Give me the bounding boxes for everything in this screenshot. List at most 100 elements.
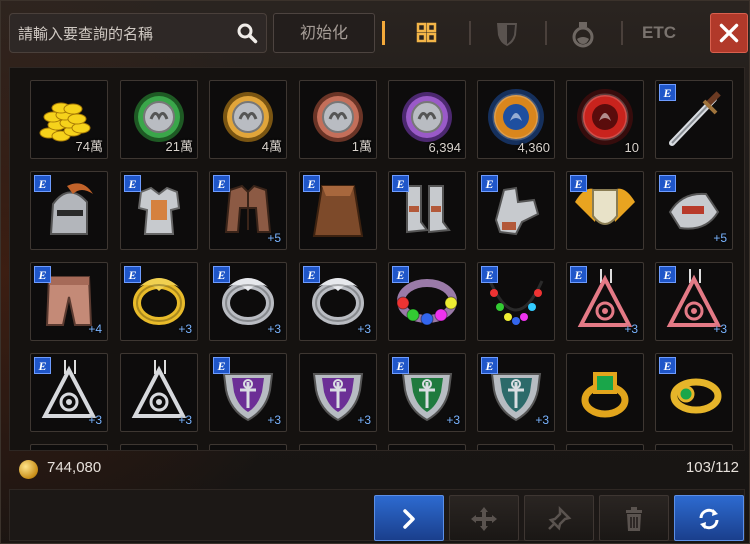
close-button[interactable] <box>710 13 748 53</box>
active-tab-indicator <box>382 21 385 45</box>
equip-badge: E <box>303 266 320 283</box>
inventory-slot[interactable]: +3 <box>299 353 377 432</box>
inventory-slot[interactable] <box>477 444 555 450</box>
enhance-level: +3 <box>713 322 727 336</box>
equip-badge: E <box>481 175 498 192</box>
item-quantity: 74萬 <box>75 139 103 154</box>
move-button[interactable] <box>449 495 519 541</box>
equip-badge: E <box>34 266 51 283</box>
inventory-slot[interactable]: E +3 <box>209 353 287 432</box>
inventory-slot[interactable]: E <box>120 171 198 250</box>
trash-button[interactable] <box>599 495 669 541</box>
inventory-slot[interactable]: E +3 <box>655 262 733 341</box>
equip-badge: E <box>659 266 676 283</box>
item-quantity: 21萬 <box>165 139 193 154</box>
inventory-slot[interactable]: E <box>655 353 733 432</box>
move-icon <box>471 507 497 531</box>
enhance-level: +3 <box>357 413 371 427</box>
next-button[interactable] <box>374 495 444 541</box>
potion-icon <box>572 22 594 48</box>
enhance-level: +3 <box>624 322 638 336</box>
tab-consumable[interactable] <box>553 13 613 53</box>
pin-icon <box>548 506 572 531</box>
inventory-slot[interactable]: 1萬 <box>299 80 377 159</box>
top-bar: 初始化 ETC <box>1 1 750 67</box>
inventory-slot[interactable]: E <box>299 171 377 250</box>
enhance-level: +4 <box>88 322 102 336</box>
equip-badge: E <box>124 266 141 283</box>
inventory-grid: 74萬 21萬 4萬 1萬 6,394 4,360 10 E E E E +5 E E E E E +5 E +4 E +… <box>9 67 745 451</box>
equip-badge: E <box>659 357 676 374</box>
inventory-slot[interactable]: E +3 <box>30 353 108 432</box>
inventory-slot[interactable]: E <box>655 80 733 159</box>
search-box[interactable] <box>9 13 267 53</box>
enhance-level: +3 <box>267 322 281 336</box>
inventory-slot[interactable] <box>566 353 644 432</box>
inventory-slot[interactable] <box>299 444 377 450</box>
grid-icon <box>416 22 437 43</box>
gold-coin-icon <box>19 460 38 479</box>
enhance-level: +3 <box>535 413 549 427</box>
inventory-slot[interactable]: E +5 <box>655 171 733 250</box>
equip-badge: E <box>303 175 320 192</box>
item-quantity: 10 <box>624 140 639 155</box>
enhance-level: +3 <box>178 322 192 336</box>
item-quantity: 4萬 <box>261 139 282 154</box>
equip-badge: E <box>392 357 409 374</box>
inventory-slot[interactable]: 21萬 <box>120 80 198 159</box>
equip-badge: E <box>213 175 230 192</box>
inventory-slot[interactable]: E <box>477 171 555 250</box>
inventory-slot[interactable]: E <box>30 171 108 250</box>
inventory-slot[interactable]: 10 <box>566 80 644 159</box>
inventory-slot[interactable]: E +3 <box>120 262 198 341</box>
inventory-slot[interactable] <box>120 444 198 450</box>
inventory-slot[interactable]: 4,360 <box>477 80 555 159</box>
inventory-slot[interactable]: E +3 <box>566 262 644 341</box>
inventory-slot[interactable]: E +3 <box>477 353 555 432</box>
inventory-slot[interactable] <box>209 444 287 450</box>
equip-badge: E <box>392 266 409 283</box>
inventory-slot[interactable]: E +3 <box>299 262 377 341</box>
inventory-slot[interactable]: E <box>388 262 466 341</box>
trash-icon <box>626 507 642 531</box>
inventory-slot[interactable]: E <box>566 171 644 250</box>
sort-button[interactable] <box>674 495 744 541</box>
equip-badge: E <box>34 357 51 374</box>
equip-badge: E <box>213 266 230 283</box>
equip-badge: E <box>213 357 230 374</box>
tab-equipment[interactable] <box>477 13 537 53</box>
emerald-ring-icon <box>581 372 629 418</box>
inventory-slot[interactable]: E +3 <box>209 262 287 341</box>
enhance-level: +3 <box>267 413 281 427</box>
next-icon <box>403 509 415 529</box>
tab-all[interactable] <box>397 13 457 53</box>
pin-button[interactable] <box>524 495 594 541</box>
inventory-slot[interactable]: E +4 <box>30 262 108 341</box>
equip-badge: E <box>570 175 587 192</box>
inventory-slot[interactable] <box>388 444 466 450</box>
inventory-capacity: 103/112 <box>685 459 739 476</box>
tab-divider <box>469 21 471 45</box>
enhance-level: +3 <box>178 413 192 427</box>
enhance-level: +3 <box>88 413 102 427</box>
inventory-slot[interactable]: 74萬 <box>30 80 108 159</box>
inventory-slot[interactable]: E +5 <box>209 171 287 250</box>
enhance-level: +5 <box>267 231 281 245</box>
inventory-slot[interactable]: E <box>477 262 555 341</box>
close-icon <box>719 23 739 43</box>
inventory-slot[interactable]: E <box>388 171 466 250</box>
tab-etc[interactable]: ETC <box>629 13 689 53</box>
inventory-slot[interactable] <box>655 444 733 450</box>
enhance-level: +3 <box>357 322 371 336</box>
inventory-slot[interactable]: 6,394 <box>388 80 466 159</box>
inventory-slot[interactable]: 4萬 <box>209 80 287 159</box>
search-input[interactable] <box>16 22 230 46</box>
inventory-slot[interactable] <box>30 444 108 450</box>
search-icon[interactable] <box>236 22 258 44</box>
inventory-slot[interactable]: +3 <box>120 353 198 432</box>
reset-button[interactable]: 初始化 <box>273 13 375 53</box>
inventory-window: 初始化 ETC <box>0 0 750 544</box>
inventory-slot[interactable] <box>566 444 644 450</box>
equip-badge: E <box>659 84 676 101</box>
inventory-slot[interactable]: E +3 <box>388 353 466 432</box>
